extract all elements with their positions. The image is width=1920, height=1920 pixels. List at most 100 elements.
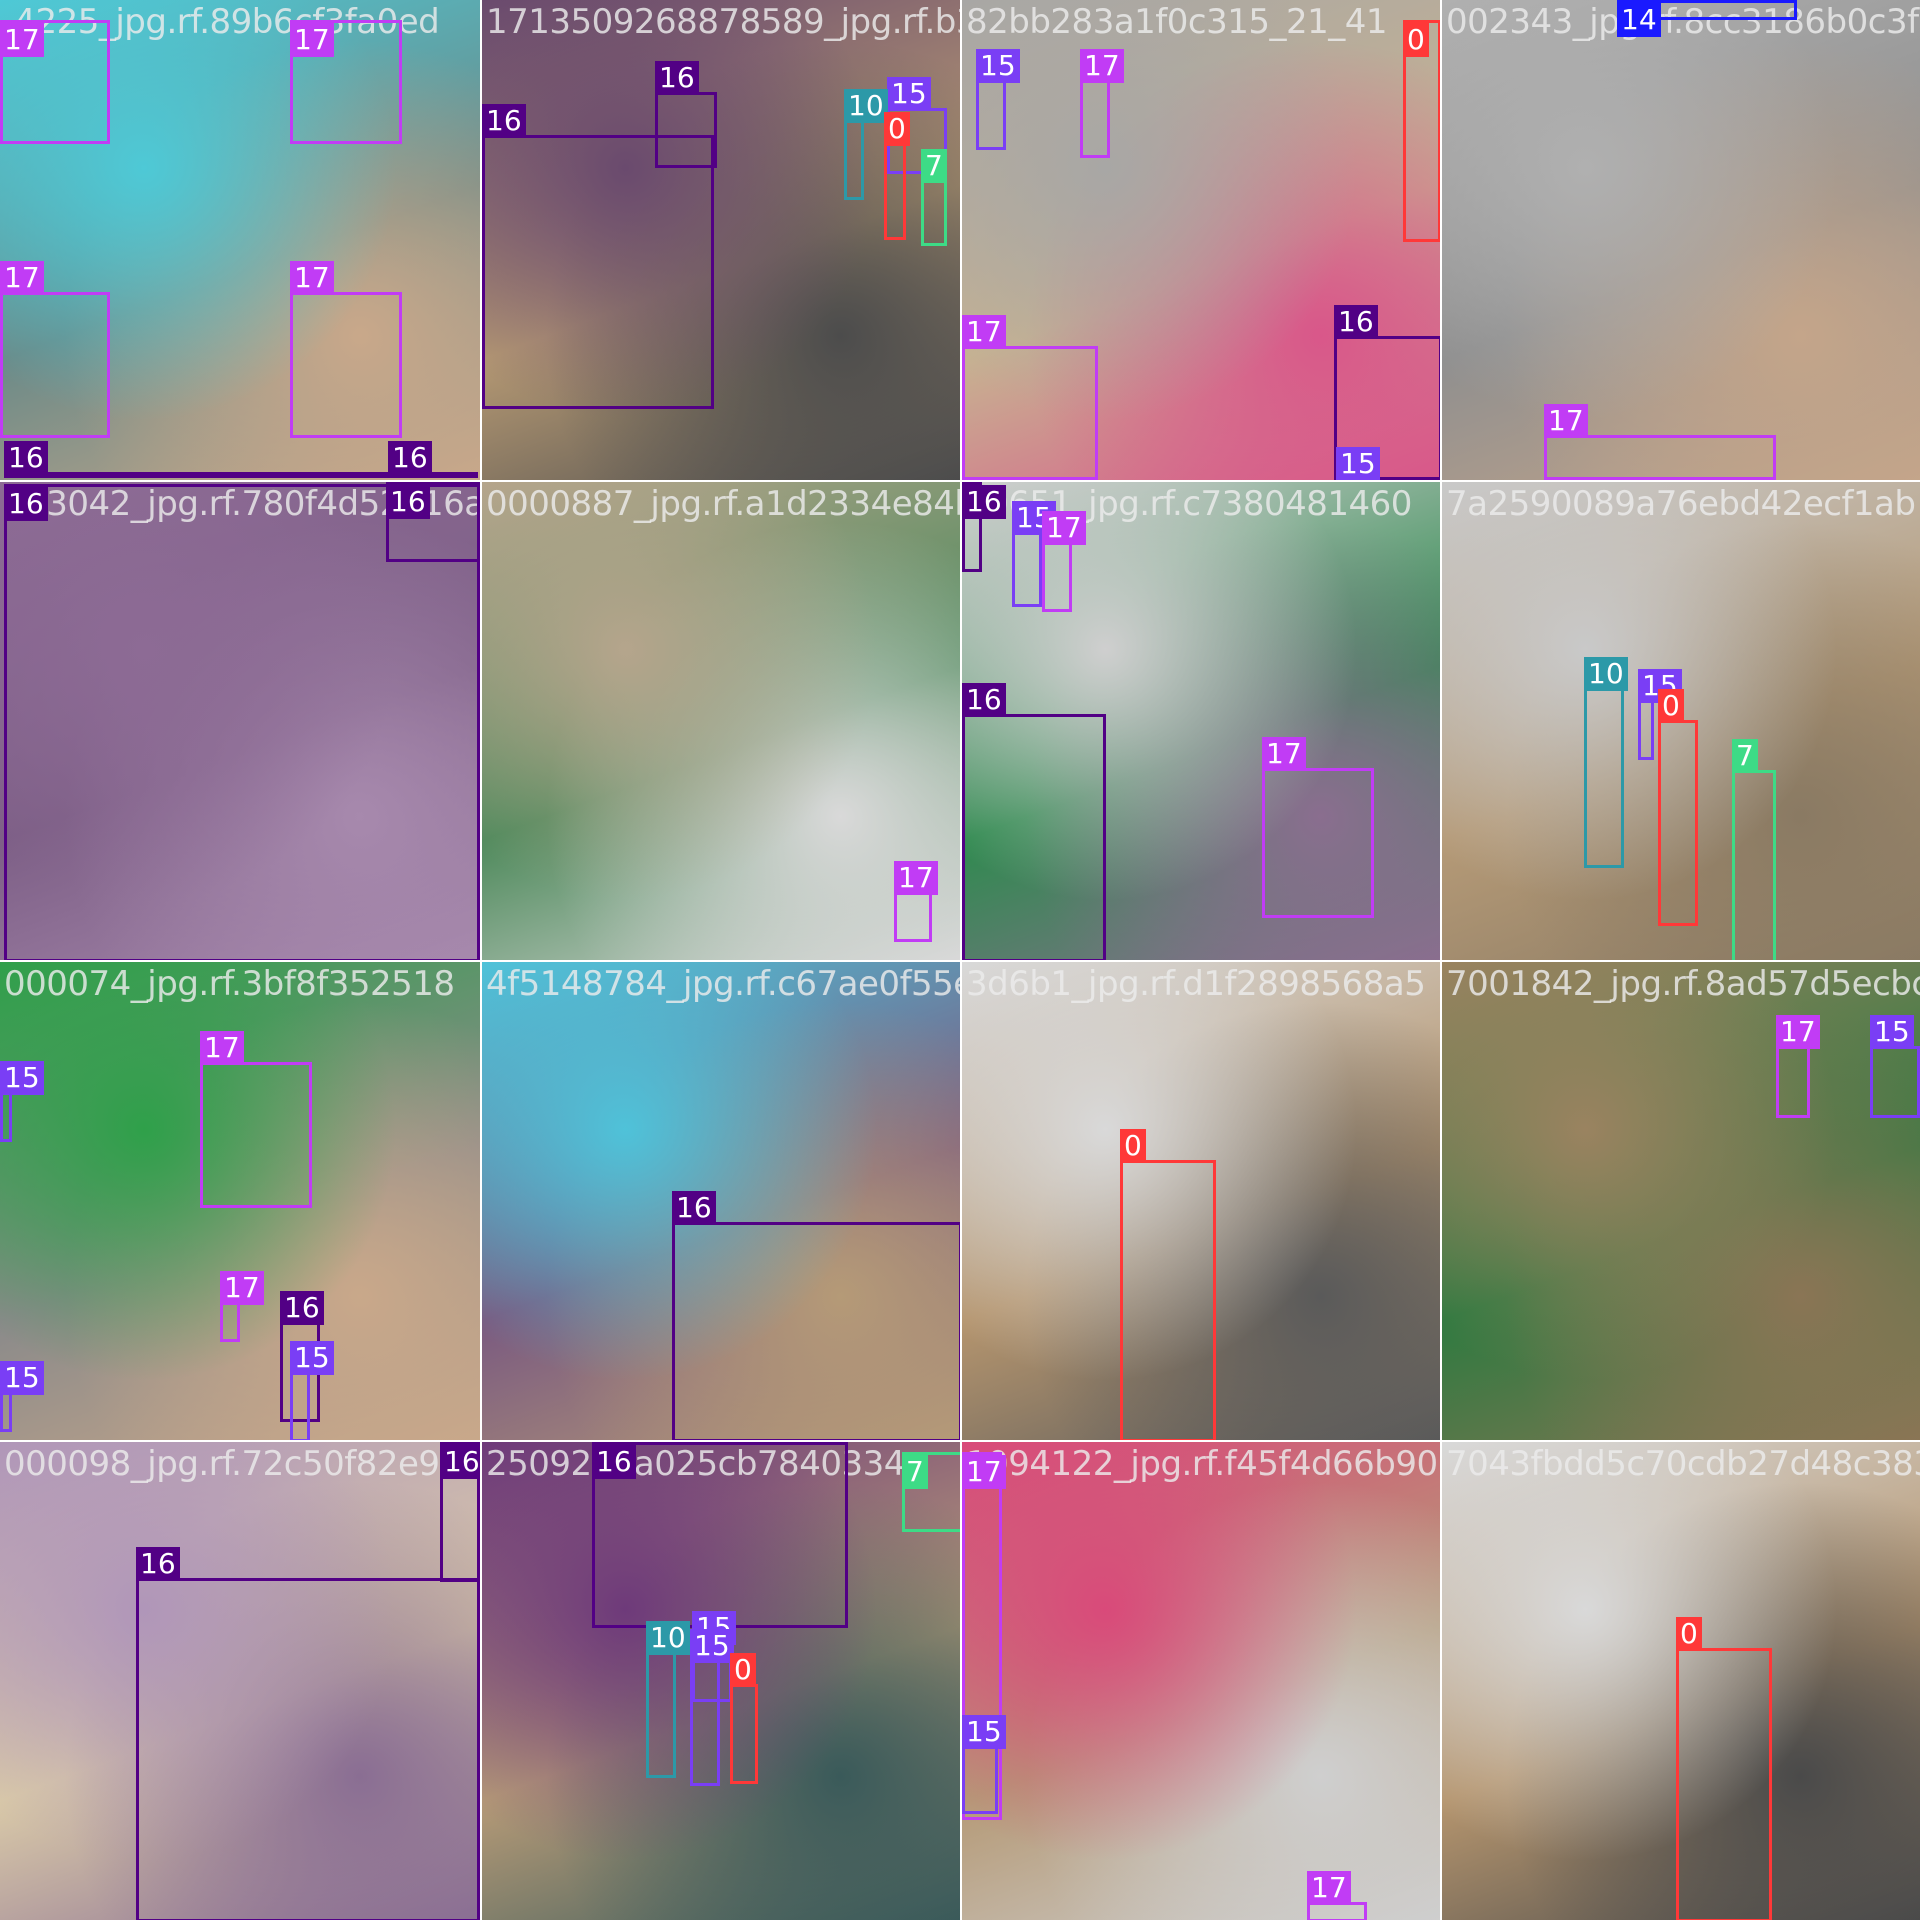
class-label: 17 (1080, 49, 1124, 83)
detection-box: 17 (1262, 737, 1374, 918)
class-label: 16 (962, 683, 1006, 717)
detection-box: 16 (962, 683, 1106, 960)
detection-box: 7 (921, 149, 947, 246)
class-label: 15 (0, 1061, 44, 1095)
class-label: 7 (1732, 739, 1758, 773)
class-label: 17 (1544, 404, 1588, 438)
class-label: 17 (1042, 511, 1086, 545)
class-label: 16 (672, 1191, 716, 1225)
class-label: 17 (290, 261, 334, 295)
tile-filename: 1094122_jpg.rf.f45f4d66b90 (966, 1444, 1438, 1484)
class-label: 17 (1307, 1871, 1351, 1905)
class-label: 0 (1120, 1129, 1146, 1163)
detection-box: 17 (0, 20, 110, 144)
class-label: 15 (1336, 447, 1380, 480)
detection-box: 17 (200, 1031, 312, 1208)
class-label: 15 (290, 1341, 334, 1375)
detection-box: 7 (1732, 739, 1776, 960)
class-label: 17 (894, 861, 938, 895)
class-label: 15 (1870, 1015, 1914, 1049)
detection-box: 15 (1638, 669, 1682, 760)
detection-box: 17 (1307, 1871, 1367, 1920)
image-tile: 0000887_jpg.rf.a1d2334e84b3 17 (482, 482, 960, 960)
tile-filename: 82bb283a1f0c315_21_41 (966, 2, 1388, 42)
tile-filename: 0000887_jpg.rf.a1d2334e84b3 (486, 484, 960, 524)
tile-photo (482, 482, 960, 960)
class-label: 7 (921, 149, 947, 183)
detection-box: 16 (592, 1442, 848, 1628)
class-label: 16 (1334, 305, 1378, 339)
detection-box: 17 (1042, 511, 1086, 612)
image-tile: .4225_jpg.rf.89b6cf3fa0ed 17 17 17 17 16 16 (0, 0, 480, 480)
detection-box: 16 (672, 1191, 960, 1440)
class-label: 10 (1584, 657, 1628, 691)
detection-box: 17 (0, 261, 110, 438)
detection-box: 16 (386, 482, 480, 562)
class-label: 17 (1776, 1015, 1820, 1049)
class-label: 15 (976, 49, 1020, 83)
class-label: 0 (1658, 689, 1684, 723)
detection-box: 15 (1012, 501, 1056, 607)
detection-box: 0 (1120, 1129, 1216, 1440)
detection-box: 17 (290, 20, 402, 144)
class-label: 14 (1617, 3, 1661, 37)
detection-box: 0 (730, 1653, 758, 1784)
image-tile: 82bb283a1f0c315_21_41 15 17 0 17 16 15 (962, 0, 1440, 480)
tile-filename: 7043fbdd5c70cdb27d48c383 (1446, 1444, 1920, 1484)
detection-box: 15 (0, 1061, 44, 1142)
class-label: 15 (0, 1361, 44, 1395)
image-tile: 00651_jpg.rf.c7380481460 16 15 17 16 17 (962, 482, 1440, 960)
class-label: 16 (962, 485, 1006, 519)
detection-box: 16 (440, 1442, 480, 1582)
detection-box: 17 (1776, 1015, 1820, 1118)
detection-box: 15 (0, 1361, 44, 1432)
class-label: 17 (200, 1031, 244, 1065)
image-tile: 7043fbdd5c70cdb27d48c383 0 (1442, 1442, 1920, 1920)
class-label: 15 (962, 1715, 1006, 1749)
detection-box: 0 (1676, 1617, 1772, 1920)
tile-filename: 3d6b1_jpg.rf.d1f2898568a5 (966, 964, 1426, 1004)
image-tile: 1094122_jpg.rf.f45f4d66b90 17 15 17 (962, 1442, 1440, 1920)
tile-filename: 4f5148784_jpg.rf.c67ae0f55e88 (486, 964, 960, 1004)
detection-box: 17 (1080, 49, 1124, 158)
image-tile: 3d6b1_jpg.rf.d1f2898568a5 0 (962, 962, 1440, 1440)
class-label: 16 (386, 485, 430, 519)
image-tile: 2509264a025cb7840334e 16 15 10 15 0 7 (482, 1442, 960, 1920)
image-tile: 1713509268878589_jpg.rf.b3a3 16 16 151007 (482, 0, 960, 480)
class-label: 17 (0, 23, 44, 57)
tile-filename: 000098_jpg.rf.72c50f82e9c (4, 1444, 458, 1484)
class-label: 0 (884, 112, 910, 146)
detection-box: 15 (1336, 447, 1380, 480)
detection-box: 0 (1403, 20, 1440, 242)
tile-filename: 1713509268878589_jpg.rf.b3a3 (486, 2, 960, 42)
class-label: 10 (844, 89, 888, 123)
detection-box: 16 (388, 441, 478, 478)
image-tile: 4f5148784_jpg.rf.c67ae0f55e88 16 (482, 962, 960, 1440)
detection-box: 15 (976, 49, 1020, 150)
detection-box: 15 (290, 1341, 334, 1440)
class-label: 17 (962, 315, 1006, 349)
image-tile: 000074_jpg.rf.3bf8f352518 17 15 17 16 15 15 (0, 962, 480, 1440)
class-label: 0 (730, 1653, 756, 1687)
detection-box: 10 (844, 89, 888, 200)
class-label: 16 (4, 441, 48, 475)
detection-box: 15 (1870, 1015, 1920, 1118)
detection-box: 16 (482, 104, 714, 409)
class-label: 16 (4, 487, 48, 521)
detection-box: 14 (1617, 0, 1797, 37)
image-tile: 002343_jpg.rf.8cc3186b0c3fc 14 17 (1442, 0, 1920, 480)
class-label: 10 (646, 1621, 690, 1655)
detection-box: 17 (290, 261, 402, 438)
detection-box: 17 (894, 861, 938, 942)
class-label: 17 (962, 1455, 1006, 1489)
detection-box: 17 (220, 1271, 264, 1342)
tile-photo (1442, 962, 1920, 1440)
detection-box: 17 (1544, 404, 1776, 480)
class-label: 15 (690, 1629, 734, 1663)
detection-mosaic: .4225_jpg.rf.89b6cf3fa0ed 17 17 17 17 16 16 171… (0, 0, 1920, 1920)
detection-box: 7 (902, 1452, 960, 1532)
tile-filename: 7a2590089a76ebd42ecf1ab (1446, 484, 1916, 524)
class-label: 17 (220, 1271, 264, 1305)
class-label: 16 (592, 1445, 636, 1479)
class-label: 16 (280, 1291, 324, 1325)
